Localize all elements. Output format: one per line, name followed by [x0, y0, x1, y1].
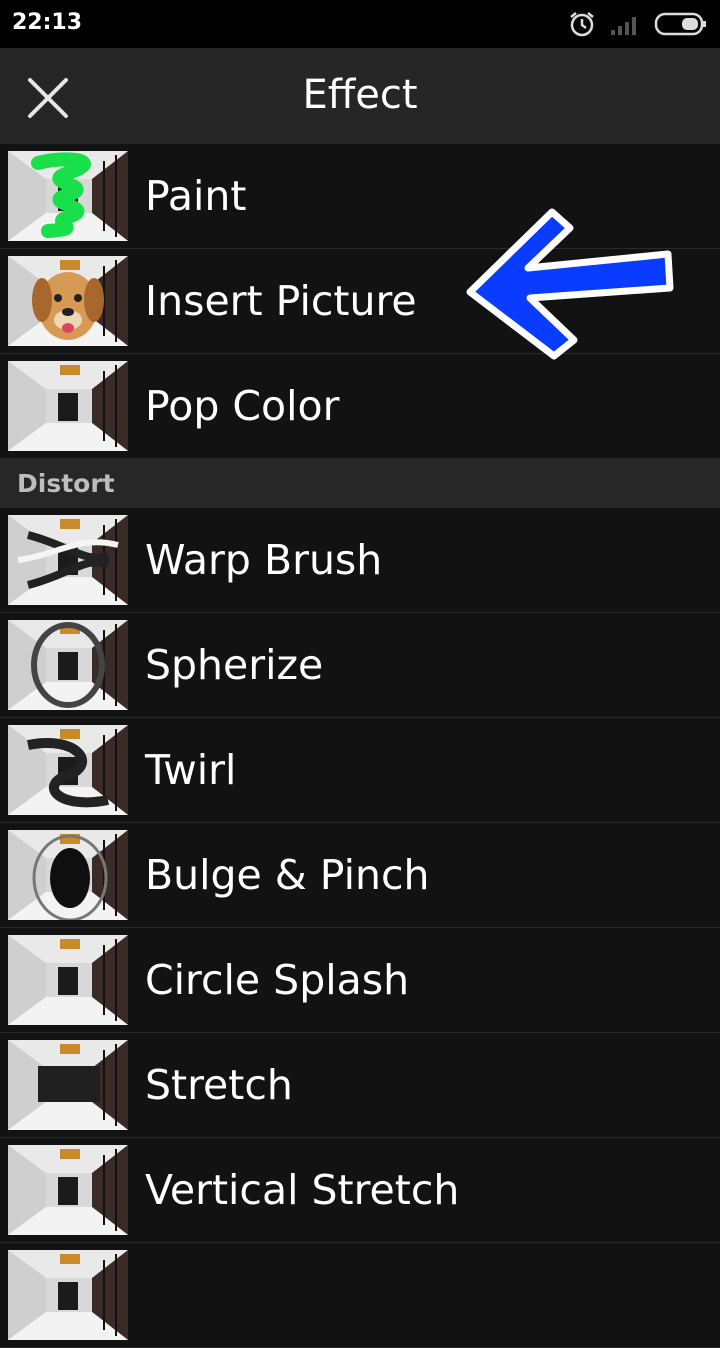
signal-icon	[611, 17, 636, 35]
thumb-stretch	[8, 1040, 128, 1130]
section-label: Distort	[17, 469, 115, 498]
effect-item-bulge-pinch[interactable]: Bulge & Pinch	[0, 823, 720, 928]
section-header-distort: Distort	[0, 458, 720, 508]
effect-label: Bulge & Pinch	[145, 851, 430, 899]
effect-item-partial[interactable]	[0, 1243, 720, 1348]
effect-item-paint[interactable]: Paint	[0, 144, 720, 249]
thumb-bulge	[8, 830, 128, 920]
effect-item-pop-color[interactable]: Pop Color	[0, 354, 720, 458]
thumb-partial	[8, 1250, 128, 1340]
effect-label: Circle Splash	[145, 956, 410, 1004]
thumb-circle-splash	[8, 935, 128, 1025]
thumb-sphere	[8, 620, 128, 710]
status-time: 22:13	[12, 10, 83, 35]
effect-label: Stretch	[145, 1061, 293, 1109]
page-title: Effect	[302, 72, 418, 118]
effect-item-twirl[interactable]: Twirl	[0, 718, 720, 823]
thumb-twirl	[8, 725, 128, 815]
effect-item-vertical-stretch[interactable]: Vertical Stretch	[0, 1138, 720, 1243]
effect-label: Twirl	[145, 746, 237, 794]
alarm-icon	[570, 12, 594, 37]
effect-item-stretch[interactable]: Stretch	[0, 1033, 720, 1138]
effect-item-circle-splash[interactable]: Circle Splash	[0, 928, 720, 1033]
effect-label: Pop Color	[145, 382, 340, 430]
effect-list: Paint Insert Picture Pop Color Distort W…	[0, 144, 720, 1348]
effect-label: Insert Picture	[145, 277, 417, 325]
effect-label: Spherize	[145, 641, 324, 689]
effect-item-insert-picture[interactable]: Insert Picture	[0, 249, 720, 354]
effect-label: Warp Brush	[145, 536, 383, 584]
effect-item-warp-brush[interactable]: Warp Brush	[0, 508, 720, 613]
app-bar: Effect	[0, 48, 720, 144]
thumb-paint	[8, 151, 128, 241]
status-bar: 22:13	[0, 0, 720, 48]
thumb-dog	[8, 256, 128, 346]
status-icons	[568, 10, 708, 38]
effect-item-spherize[interactable]: Spherize	[0, 613, 720, 718]
thumb-pop-color	[8, 361, 128, 451]
effect-label: Vertical Stretch	[145, 1166, 460, 1214]
thumb-warp	[8, 515, 128, 605]
effect-label: Paint	[145, 172, 247, 220]
thumb-vertical-stretch	[8, 1145, 128, 1235]
battery-icon	[654, 12, 706, 36]
